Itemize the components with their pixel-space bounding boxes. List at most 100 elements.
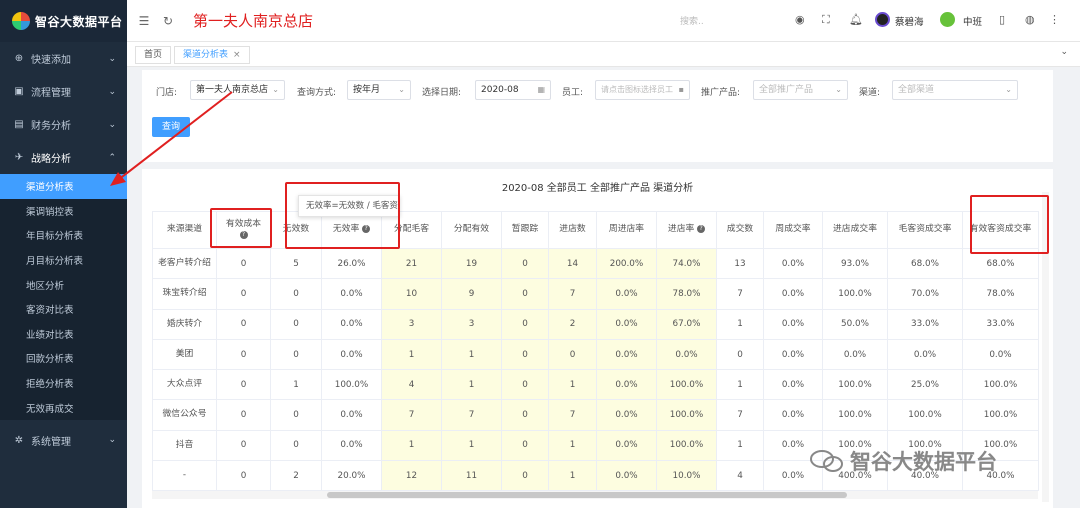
table-cell: 0.0% [887,338,963,371]
channel-label: 渠道: [859,88,881,98]
store-select-value: 第一夫人南京总店 [196,85,269,95]
sidebar-item-strategy[interactable]: ✈ 战略分析 ⌃ [0,141,127,174]
column-header-label: 进店成交率 [833,224,877,235]
refresh-icon[interactable]: ↻ [161,14,175,28]
submenu-item-channel-sales-control[interactable]: 渠调销控表 [0,199,127,224]
table-cell: 0 [270,429,322,462]
table-cell: 0 [501,460,549,492]
sidebar-item-finance[interactable]: ▤ 财务分析 ⌄ [0,108,127,141]
column-header[interactable]: 周进店率 [596,211,657,249]
staff-select-icon[interactable]: ▪ [679,81,684,99]
shift-name[interactable]: 中班 [963,14,982,28]
table-cell: 1 [381,338,442,371]
target-icon[interactable]: ◉ [795,13,805,26]
table-cell: 0 [501,338,549,371]
query-button[interactable]: 查询 [152,117,190,137]
submenu-item-monthly-target[interactable]: 月目标分析表 [0,248,127,273]
column-header[interactable]: 暂跟踪 [501,211,549,249]
table-cell: 14 [548,247,597,280]
more-icon[interactable]: ⋮ [1049,13,1060,26]
table-cell: 0 [270,278,322,310]
submenu-item-performance-compare[interactable]: 业绩对比表 [0,322,127,347]
date-picker[interactable]: 2020-08 ▦ [475,80,551,100]
table-cell: 1 [441,338,502,371]
table-cell: 100.0% [822,369,888,401]
bell-icon[interactable]: 🔔︎ [849,13,863,26]
chevron-down-icon: ⌄ [108,119,116,130]
table-cell: 0.0% [822,338,888,371]
tab-label: 渠道分析表 [183,50,229,60]
sidebar-item-label: 快速添加 [31,55,71,66]
table-cell: 0.0% [763,308,823,340]
column-header[interactable]: 成交数 [716,211,764,249]
globe-icon[interactable]: ◍ [1025,13,1035,26]
table-row: 美团 0 0 0.0% 1 1 0 0 0.0% 0.0% 0 0.0% 0.0% 0.0% 0.0% [152,338,1039,371]
product-select[interactable]: 全部推广产品 ⌄ [753,80,848,100]
table-cell: 200.0% [596,247,657,280]
sidebar: 智谷大数据平台 ⊕ 快速添加 ⌄ ▣ 流程管理 ⌄ ▤ 财务分析 ⌄ ✈ 战略分… [0,0,127,508]
table-cell: 0.0% [596,460,657,492]
table-cell: 100.0% [887,399,963,431]
channel-name-cell: 婚庆转介 [152,308,217,340]
column-header-label: 暂跟踪 [511,224,539,235]
table-cell: 0 [270,308,322,340]
app-logo[interactable]: 智谷大数据平台 [0,0,127,42]
channel-name-cell: 老客户转介绍 [152,247,217,280]
sidebar-item-system[interactable]: ✲ 系统管理 ⌄ [0,424,127,457]
table-cell: 7 [548,278,597,310]
column-header[interactable]: 进店数 [548,211,597,249]
column-header[interactable]: 进店成交率 [822,211,888,249]
sidebar-item-quick-add[interactable]: ⊕ 快速添加 ⌄ [0,42,127,75]
submenu-item-rejection-analysis[interactable]: 拒绝分析表 [0,371,127,396]
staff-picker[interactable]: 请点击图标选择员工 ▪ [595,80,690,100]
table-cell: 10 [381,278,442,310]
column-header[interactable]: 分配有效 [441,211,502,249]
channel-name-cell: - [152,460,217,492]
user-name[interactable]: 蔡碧海 [895,14,924,28]
sidebar-item-label: 战略分析 [31,154,71,165]
table-cell: 100.0% [321,369,382,401]
table-title: 2020-08 全部员工 全部推广产品 渠道分析 [501,183,694,194]
table-cell: 0.0% [321,338,382,371]
query-mode-select[interactable]: 按年月 ⌄ [347,80,411,100]
search-input[interactable]: 搜索.. [680,14,704,27]
submenu-item-invalid-reconversion[interactable]: 无效再成交 [0,395,127,420]
watermark-text: 智谷大数据平台 [850,450,997,474]
sidebar-item-label: 流程管理 [31,88,71,99]
submenu-item-annual-target[interactable]: 年目标分析表 [0,223,127,248]
submenu-item-channel-analysis[interactable]: 渠道分析表 [0,174,127,199]
column-header[interactable]: 来源渠道 [152,211,217,249]
fullscreen-icon[interactable]: ⛶ [822,13,830,27]
table-cell: 12 [381,460,442,492]
tab-home[interactable]: 首页 [135,46,172,64]
table-cell: 78.0% [962,278,1039,310]
column-header-label: 来源渠道 [166,224,203,235]
filter-panel: 门店: 第一夫人南京总店 ⌄ 查询方式: 按年月 ⌄ 选择日期: 2020-08 ▦ … [142,70,1053,162]
column-header[interactable]: 进店率 ? [656,211,717,249]
plane-icon: ✈ [14,152,24,163]
channel-select[interactable]: 全部渠道 ⌄ [892,80,1018,100]
table-cell: 1 [548,369,597,401]
shift-avatar[interactable] [940,12,955,27]
scrollbar-thumb[interactable] [327,492,847,498]
sidebar-item-process[interactable]: ▣ 流程管理 ⌄ [0,75,127,108]
table-cell: 100.0% [822,399,888,431]
submenu-item-region-analysis[interactable]: 地区分析 [0,272,127,297]
column-header[interactable]: 周成交率 [763,211,823,249]
submenu-item-payment-analysis[interactable]: 回款分析表 [0,346,127,371]
help-icon[interactable]: ? [697,224,706,233]
annotation-box-effective-conversion [970,195,1049,254]
column-header[interactable]: 毛客资成交率 [887,211,963,249]
table-cell: 0.0% [596,278,657,310]
close-icon[interactable]: × [233,50,241,60]
submenu-item-lead-compare[interactable]: 客资对比表 [0,297,127,322]
horizontal-scrollbar[interactable] [152,491,1038,499]
chevron-down-icon[interactable]: ⌄ [1060,47,1068,57]
tab-channel-analysis[interactable]: 渠道分析表 × [174,46,250,64]
mobile-icon[interactable]: ▯ [999,13,1005,26]
table-cell: 0 [501,429,549,462]
user-avatar[interactable] [875,12,890,27]
wechat-icon [810,450,843,472]
menu-toggle-icon[interactable]: ☰ [137,14,151,28]
store-select[interactable]: 第一夫人南京总店 ⌄ [190,80,285,100]
